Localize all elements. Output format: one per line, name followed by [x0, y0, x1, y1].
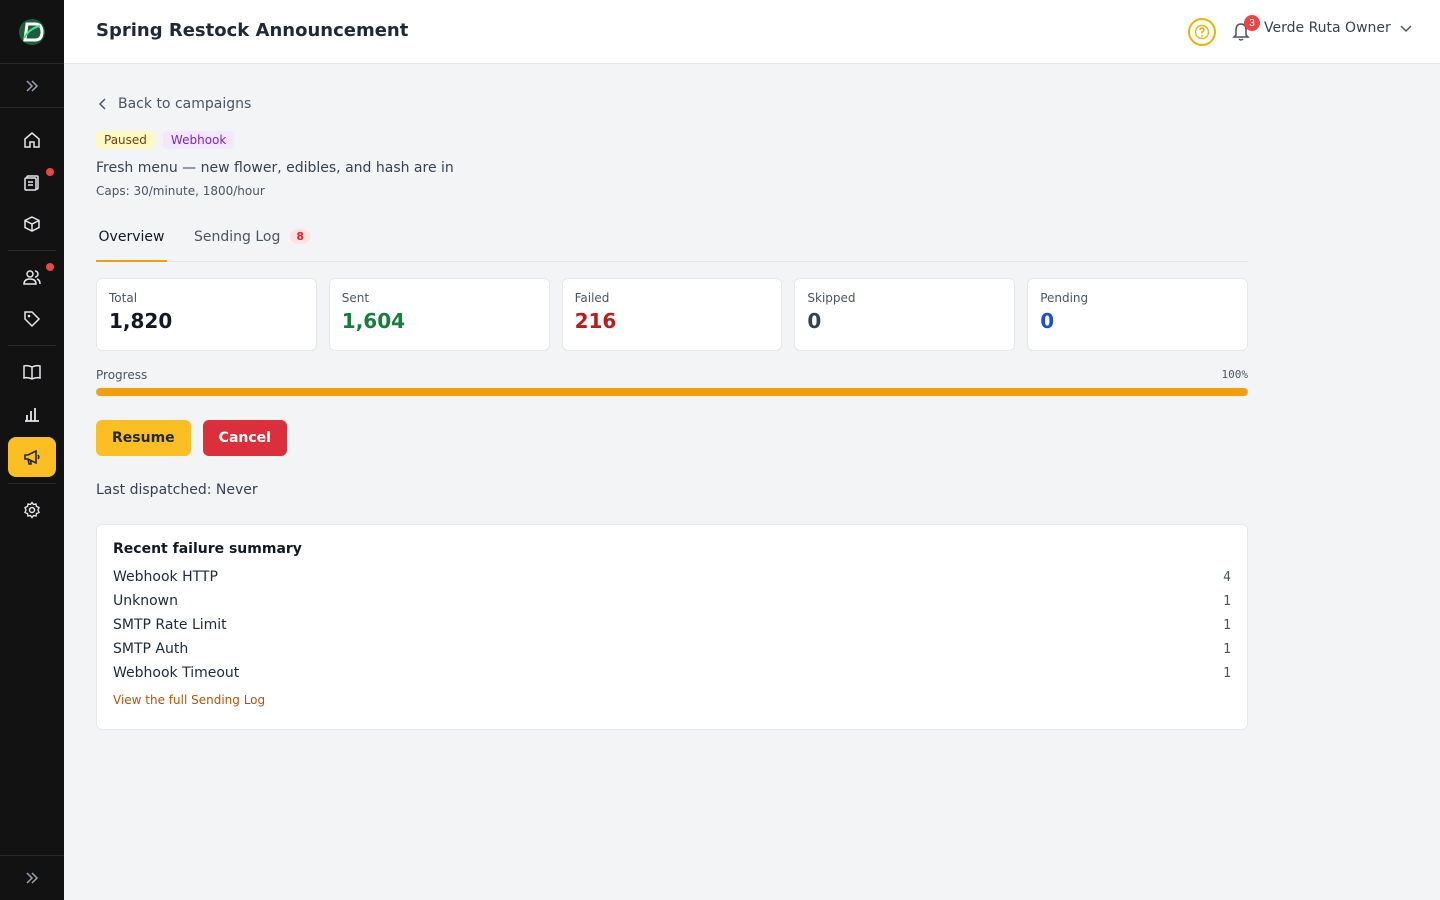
notification-dot — [46, 263, 54, 271]
failure-count: 1 — [1223, 665, 1231, 681]
stat-label: Failed — [574, 291, 610, 305]
tag-icon — [24, 311, 41, 328]
user-name: Verde Ruta Owner — [1264, 20, 1391, 36]
stat-value: 1,820 — [109, 309, 173, 333]
sending-log-count-badge: 8 — [290, 229, 311, 244]
status-badge: Paused — [96, 131, 155, 149]
stat-card-total: Total 1,820 — [96, 278, 317, 351]
progress-label: Progress — [96, 368, 148, 382]
progress-header: Progress 100% — [96, 368, 1248, 382]
book-open-icon — [23, 364, 41, 380]
failure-reason: SMTP Auth — [113, 641, 189, 657]
sidebar-item-promotions[interactable] — [8, 299, 56, 339]
users-icon — [23, 270, 41, 285]
help-button[interactable] — [1188, 18, 1216, 46]
sidebar-item-customers[interactable] — [8, 257, 56, 297]
view-sending-log-link[interactable]: View the full Sending Log — [113, 693, 265, 707]
box-icon — [24, 216, 40, 232]
last-dispatched-label: Last dispatched: — [96, 482, 212, 498]
user-menu[interactable]: Verde Ruta Owner — [1264, 20, 1413, 36]
resume-button[interactable]: Resume — [96, 420, 191, 456]
cancel-button[interactable]: Cancel — [202, 420, 287, 456]
sidebar-item-campaigns[interactable] — [8, 437, 56, 477]
stat-card-pending: Pending 0 — [1027, 278, 1248, 351]
failure-count: 1 — [1223, 593, 1231, 609]
stat-label: Total — [109, 291, 138, 305]
gear-icon — [24, 501, 40, 519]
tab-overview[interactable]: Overview — [96, 224, 167, 262]
tab-sending-log[interactable]: Sending Log 8 — [194, 224, 311, 262]
sidebar-divider — [8, 250, 56, 251]
failure-row: Unknown 1 — [113, 589, 1231, 613]
stat-value: 1,604 — [341, 309, 406, 333]
failure-summary-title: Recent failure summary — [113, 541, 302, 557]
notification-count-badge: 3 — [1244, 15, 1260, 31]
chevron-left-icon — [98, 98, 106, 110]
sidebar-expand-button[interactable] — [0, 64, 64, 108]
stat-card-skipped: Skipped 0 — [794, 278, 1016, 351]
sidebar-item-products[interactable] — [8, 204, 56, 244]
stat-value: 216 — [574, 309, 617, 333]
sidebar-item-settings[interactable] — [8, 490, 56, 530]
notification-dot — [46, 168, 54, 176]
tab-label: Sending Log — [194, 229, 281, 245]
campaign-actions: Resume Cancel — [96, 420, 287, 456]
campaign-badges: Paused Webhook — [96, 131, 235, 149]
failure-row: SMTP Auth 1 — [113, 637, 1231, 661]
sidebar-collapse-button[interactable] — [0, 855, 64, 900]
page-title: Spring Restock Announcement — [96, 20, 409, 41]
failure-reason: Webhook HTTP — [113, 569, 218, 585]
tab-label: Overview — [98, 229, 165, 245]
failure-reason: Webhook Timeout — [113, 665, 240, 681]
back-to-campaigns-link[interactable]: Back to campaigns — [96, 96, 251, 112]
stat-card-failed: Failed 216 — [561, 278, 783, 351]
failure-reason: SMTP Rate Limit — [113, 617, 227, 633]
stat-card-sent: Sent 1,604 — [328, 278, 550, 351]
clipboard-icon — [24, 175, 39, 191]
sidebar-item-orders[interactable] — [8, 162, 56, 202]
progress-bar — [96, 388, 1248, 396]
top-bar: Spring Restock Announcement 3 Verde Ruta… — [64, 0, 1440, 64]
rate-caps: Caps: 30/minute, 1800/hour — [96, 184, 265, 198]
sidebar-divider — [8, 345, 56, 346]
progress-bar-fill — [96, 388, 1248, 396]
home-icon — [24, 132, 40, 148]
last-dispatched: Last dispatched: Never — [96, 482, 258, 498]
failure-row: Webhook HTTP 4 — [113, 565, 1231, 589]
stat-value: 0 — [807, 309, 822, 333]
megaphone-icon — [24, 449, 40, 465]
back-link-label: Back to campaigns — [118, 96, 252, 112]
logo-icon — [19, 18, 45, 45]
failure-summary-card: Recent failure summary Webhook HTTP 4 Un… — [96, 524, 1248, 730]
stat-label: Skipped — [807, 291, 856, 305]
campaign-description: Fresh menu — new flower, edibles, and ha… — [96, 160, 454, 176]
sidebar-item-docs[interactable] — [8, 352, 56, 392]
channel-badge: Webhook — [162, 131, 235, 149]
failure-reason: Unknown — [113, 593, 178, 609]
sidebar — [0, 0, 64, 900]
stat-label: Pending — [1040, 291, 1089, 305]
progress-percent: 100% — [1221, 368, 1249, 381]
failure-row: SMTP Rate Limit 1 — [113, 613, 1231, 637]
stats-row: Total 1,820 Sent 1,604 Failed 216 Skippe… — [96, 278, 1248, 351]
failure-row: Webhook Timeout 1 — [113, 661, 1231, 685]
app-logo[interactable] — [0, 0, 64, 64]
question-mark-icon — [1194, 24, 1210, 40]
sidebar-item-analytics[interactable] — [8, 394, 56, 434]
campaign-tabs: Overview Sending Log 8 — [96, 224, 1248, 262]
bar-chart-icon — [25, 408, 39, 422]
notifications-button[interactable]: 3 — [1228, 15, 1260, 45]
chevrons-right-icon — [26, 79, 39, 92]
chevron-down-icon — [1400, 25, 1412, 33]
chevrons-right-icon — [26, 872, 39, 884]
stat-value: 0 — [1040, 309, 1055, 333]
stat-label: Sent — [341, 291, 370, 305]
last-dispatched-value: Never — [215, 482, 258, 498]
failure-count: 4 — [1223, 569, 1231, 585]
failure-count: 1 — [1223, 617, 1231, 633]
sidebar-divider — [8, 483, 56, 484]
failure-count: 1 — [1223, 641, 1231, 657]
sidebar-item-home[interactable] — [8, 120, 56, 160]
